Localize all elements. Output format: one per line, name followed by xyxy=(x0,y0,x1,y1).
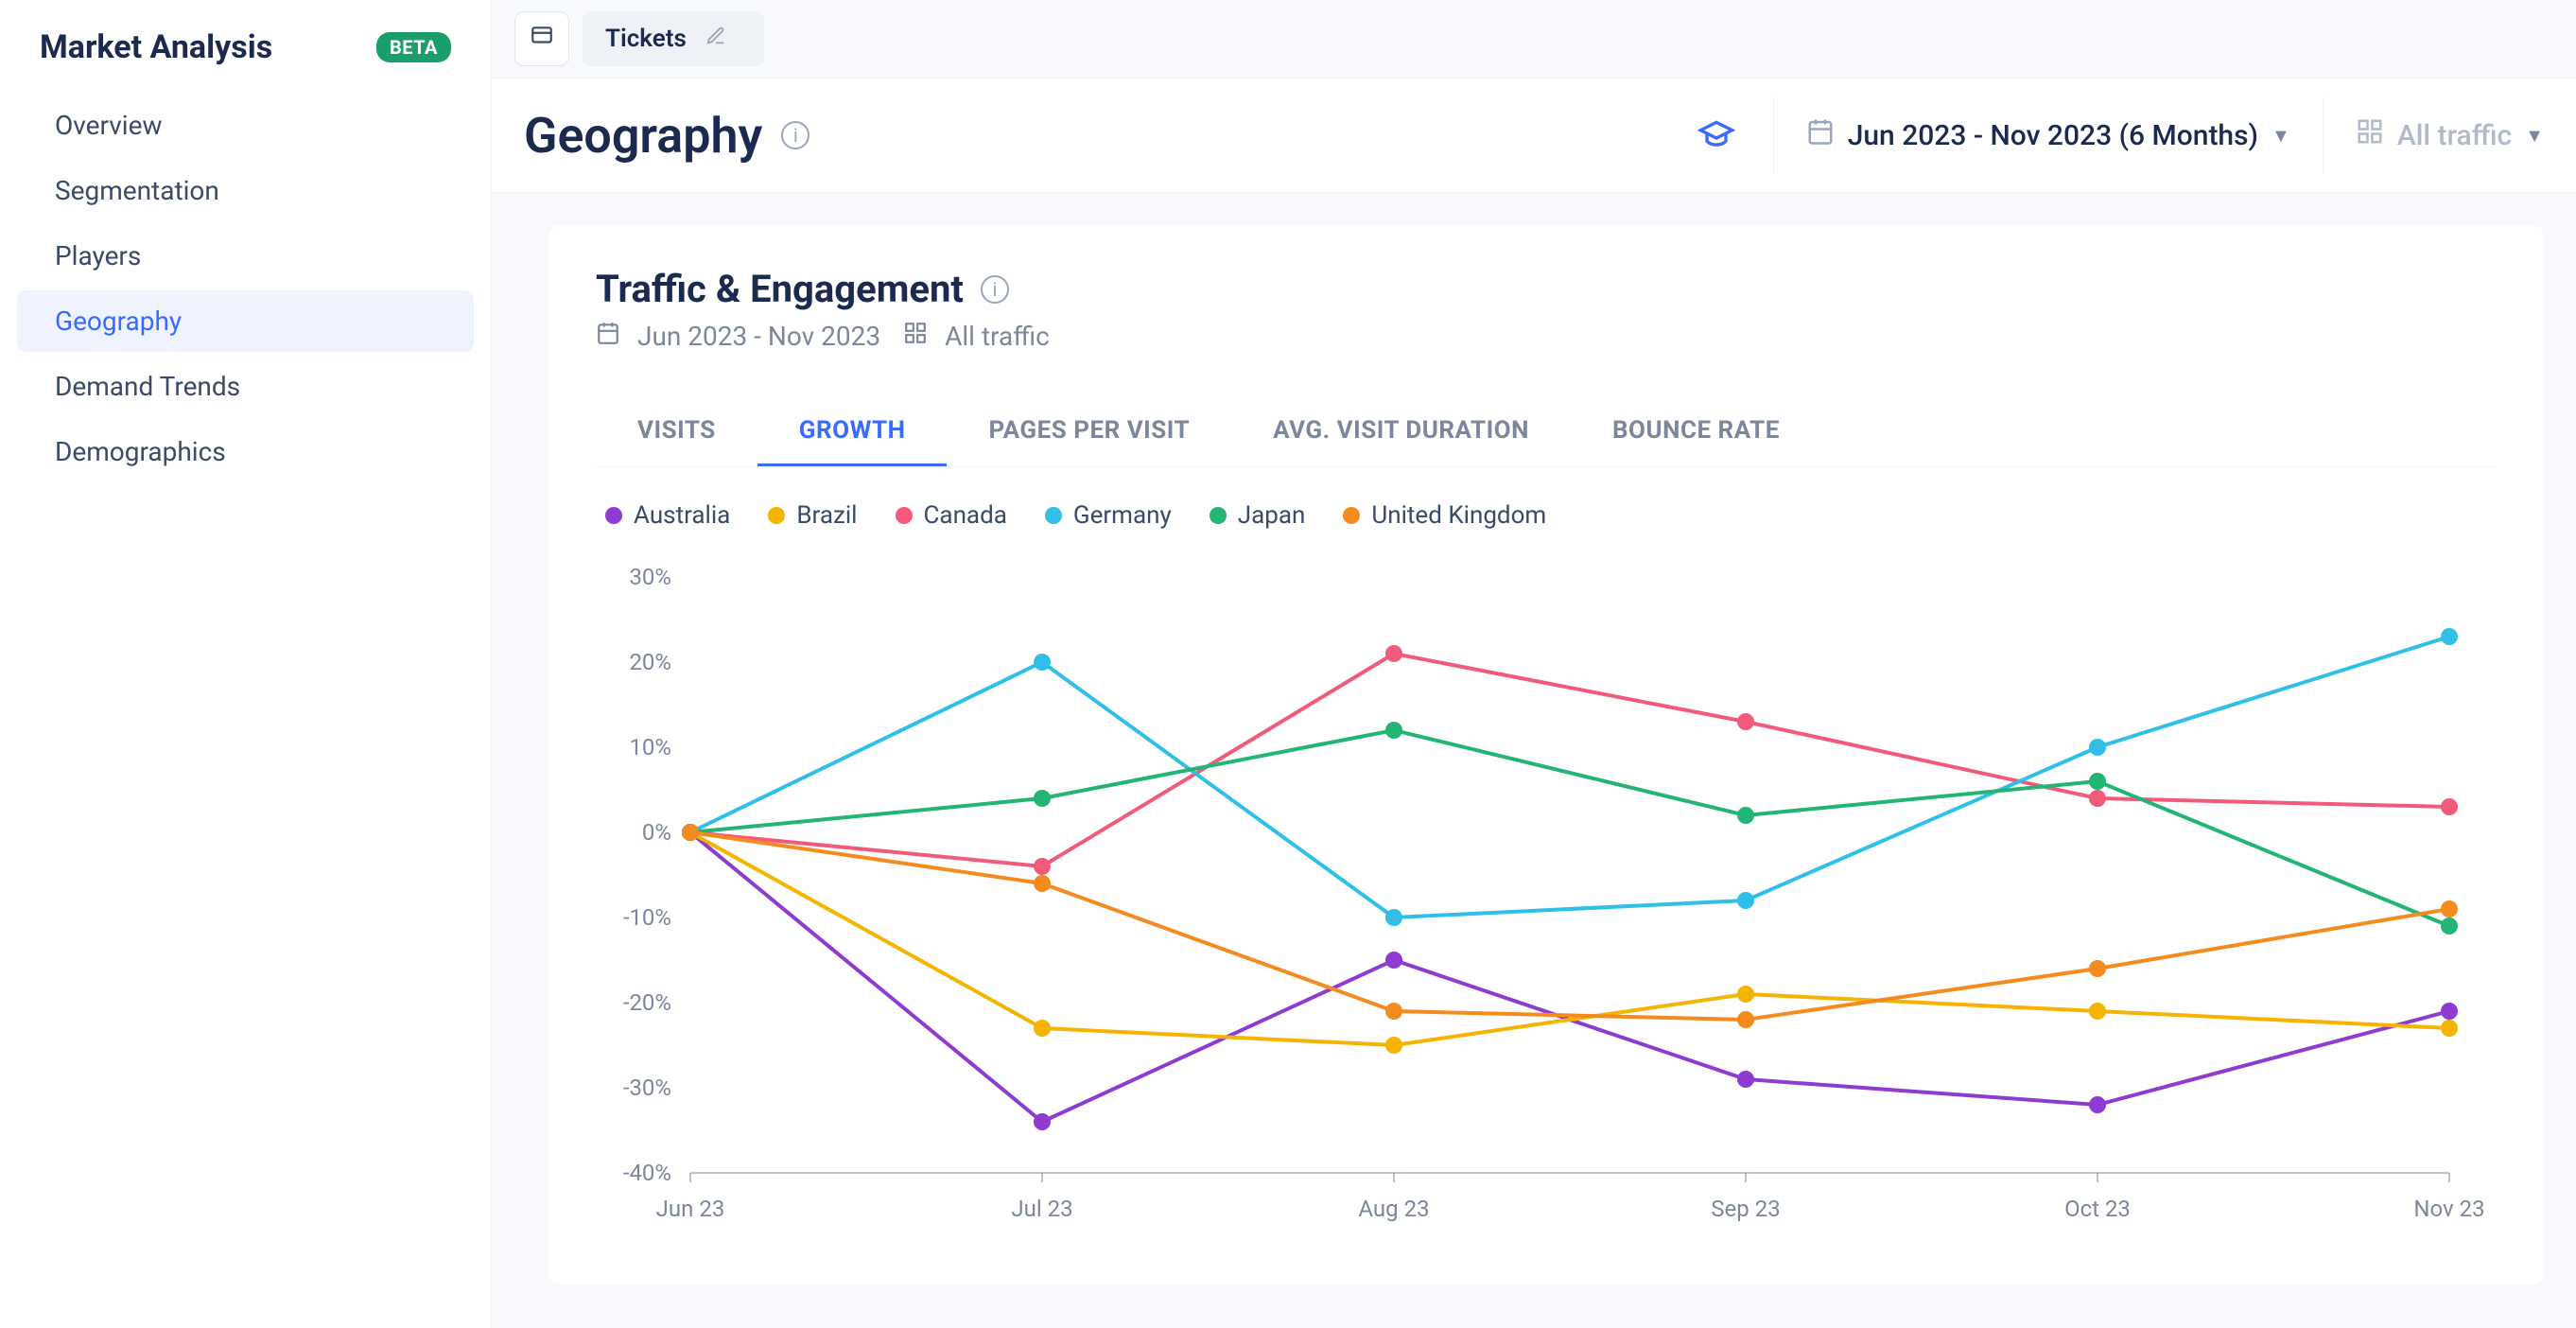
legend-item-canada[interactable]: Canada xyxy=(896,501,1007,530)
date-range-label: Jun 2023 - Nov 2023 (6 Months) xyxy=(1848,119,2258,152)
legend-item-united-kingdom[interactable]: United Kingdom xyxy=(1343,501,1546,530)
metric-tab-growth[interactable]: GROWTH xyxy=(757,397,948,466)
page-title: Geography xyxy=(524,107,762,165)
legend-label: Canada xyxy=(924,501,1007,530)
calendar-icon xyxy=(1806,117,1835,153)
traffic-filter[interactable]: All traffic ▼ xyxy=(2324,117,2576,153)
legend-label: Germany xyxy=(1073,501,1172,530)
workspace-tab-label: Tickets xyxy=(605,25,687,53)
workspace-tabs: Tickets xyxy=(492,0,2576,78)
sidebar: Market Analysis BETA OverviewSegmentatio… xyxy=(0,0,492,1328)
legend-dot xyxy=(768,507,785,524)
academy-icon[interactable] xyxy=(1660,114,1773,156)
svg-text:-40%: -40% xyxy=(623,1160,671,1186)
legend-dot xyxy=(605,507,622,524)
main: Tickets Geography i Jun 2023 - Nov 2023 … xyxy=(492,0,2576,1328)
nav-item-geography[interactable]: Geography xyxy=(17,290,474,352)
growth-chart: 30% 20% 10% 0% -10% -20% -30% -40% Jun 23 Jul 23 A… xyxy=(596,558,2497,1243)
header-bar: Geography i Jun 2023 - Nov 2023 (6 Month… xyxy=(492,78,2576,193)
traffic-icon xyxy=(2356,117,2384,153)
svg-text:30%: 30% xyxy=(629,564,671,590)
card-traffic-summary: All traffic xyxy=(945,321,1050,352)
legend-label: Brazil xyxy=(796,501,857,530)
new-workspace-button[interactable] xyxy=(514,11,569,66)
nav-item-demand-trends[interactable]: Demand Trends xyxy=(17,356,474,417)
metric-tab-avg-visit-duration[interactable]: AVG. VISIT DURATION xyxy=(1231,397,1571,466)
workspace-icon xyxy=(530,24,554,55)
info-icon[interactable]: i xyxy=(781,121,809,149)
metric-tabs: VISITSGROWTHPAGES PER VISITAVG. VISIT DU… xyxy=(596,397,2497,467)
svg-text:Jul 23: Jul 23 xyxy=(1011,1196,1072,1222)
date-range-filter[interactable]: Jun 2023 - Nov 2023 (6 Months) ▼ xyxy=(1774,117,2323,153)
legend-item-germany[interactable]: Germany xyxy=(1045,501,1172,530)
traffic-icon xyxy=(903,321,928,352)
nav-item-players[interactable]: Players xyxy=(17,225,474,287)
nav-list: OverviewSegmentationPlayersGeographyDema… xyxy=(17,95,474,482)
legend-dot xyxy=(1343,507,1360,524)
traffic-filter-label: All traffic xyxy=(2397,119,2512,152)
svg-text:Sep 23: Sep 23 xyxy=(1711,1196,1780,1222)
card-title: Traffic & Engagement xyxy=(596,267,964,311)
legend-item-japan[interactable]: Japan xyxy=(1210,501,1306,530)
chevron-down-icon: ▼ xyxy=(2525,124,2544,148)
legend-item-brazil[interactable]: Brazil xyxy=(768,501,857,530)
workspace-tab-tickets[interactable]: Tickets xyxy=(583,11,764,66)
nav-item-overview[interactable]: Overview xyxy=(17,95,474,156)
svg-text:Aug 23: Aug 23 xyxy=(1358,1196,1429,1222)
metric-tab-bounce-rate[interactable]: BOUNCE RATE xyxy=(1571,397,1821,466)
legend-dot xyxy=(1210,507,1227,524)
svg-text:Oct 23: Oct 23 xyxy=(2064,1196,2131,1222)
edit-icon[interactable] xyxy=(705,26,726,52)
traffic-engagement-card: Traffic & Engagement i Jun 2023 - Nov 20… xyxy=(548,225,2544,1284)
beta-badge: BETA xyxy=(376,32,451,62)
svg-text:-30%: -30% xyxy=(623,1075,671,1101)
chevron-down-icon: ▼ xyxy=(2271,124,2290,148)
nav-item-demographics[interactable]: Demographics xyxy=(17,421,474,482)
legend-item-australia[interactable]: Australia xyxy=(605,501,730,530)
svg-text:Jun 23: Jun 23 xyxy=(656,1196,725,1222)
svg-text:10%: 10% xyxy=(629,734,671,760)
metric-tab-visits[interactable]: VISITS xyxy=(596,397,757,466)
info-icon[interactable]: i xyxy=(981,275,1009,304)
svg-text:20%: 20% xyxy=(629,649,671,675)
svg-text:-10%: -10% xyxy=(623,904,671,931)
svg-text:-20%: -20% xyxy=(623,989,671,1016)
legend-label: Australia xyxy=(634,501,730,530)
nav-item-segmentation[interactable]: Segmentation xyxy=(17,160,474,221)
svg-text:0%: 0% xyxy=(642,819,671,846)
calendar-icon xyxy=(596,321,620,352)
svg-text:Nov 23: Nov 23 xyxy=(2413,1196,2484,1222)
legend-dot xyxy=(1045,507,1062,524)
legend-dot xyxy=(896,507,913,524)
app-title: Market Analysis xyxy=(40,28,272,66)
legend-label: Japan xyxy=(1238,501,1306,530)
metric-tab-pages-per-visit[interactable]: PAGES PER VISIT xyxy=(947,397,1231,466)
chart-legend: Australia Brazil Canada Germany Japan United … xyxy=(596,501,2497,530)
legend-label: United Kingdom xyxy=(1371,501,1546,530)
card-date-summary: Jun 2023 - Nov 2023 xyxy=(637,321,880,352)
